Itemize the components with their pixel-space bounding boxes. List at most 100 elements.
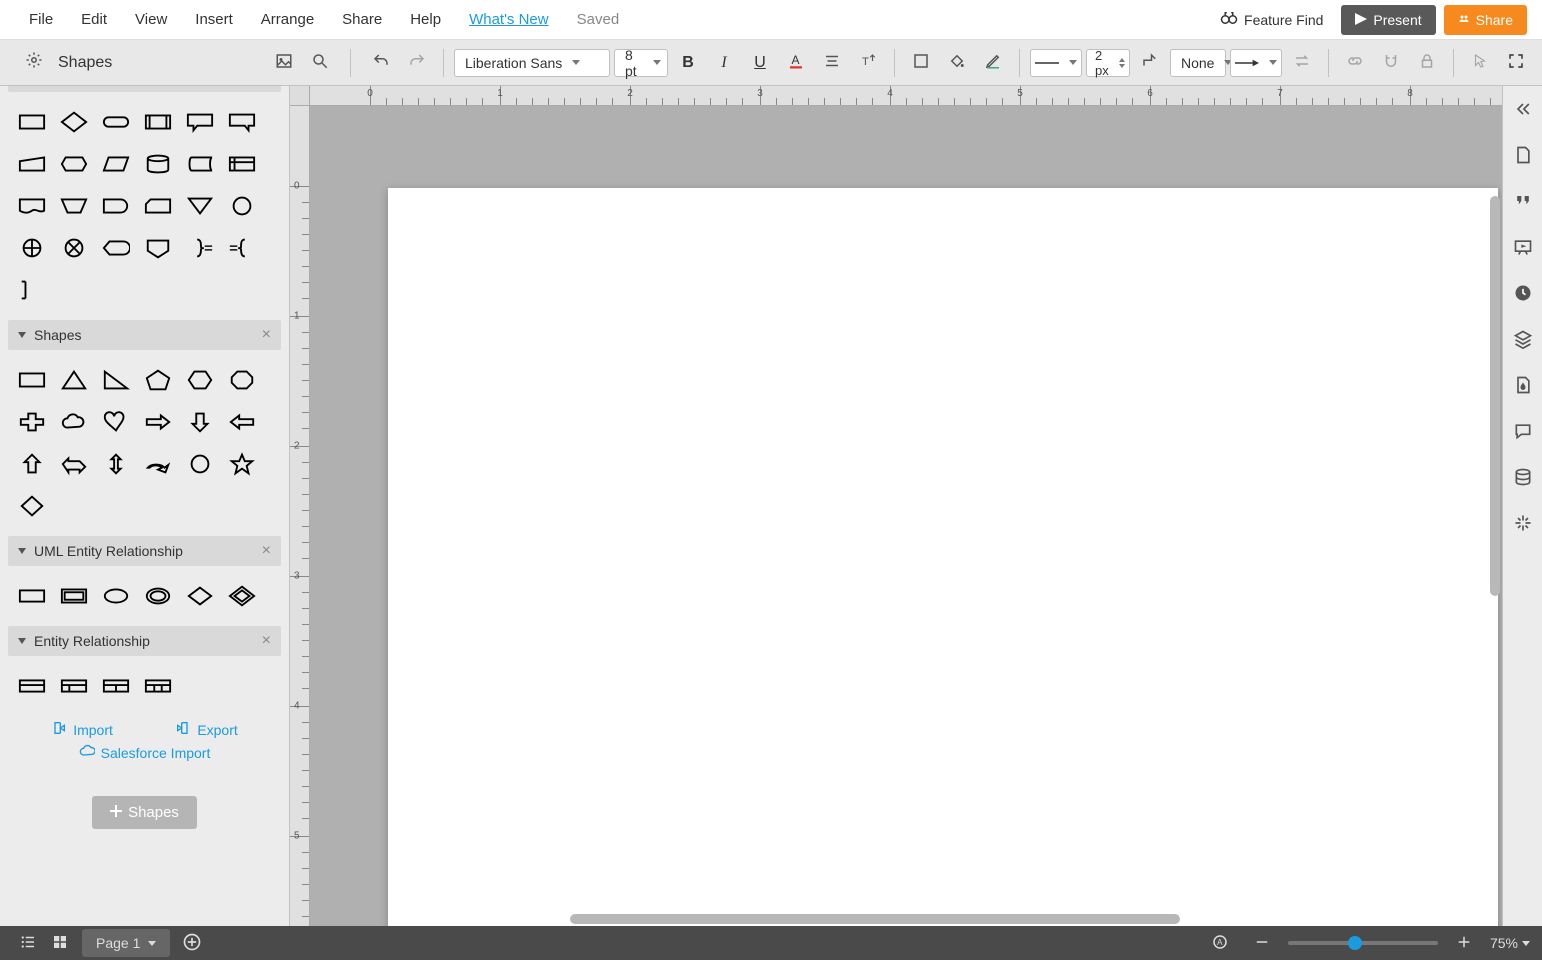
grid-view-button[interactable]: [44, 929, 76, 957]
shape-callout-right[interactable]: [222, 102, 262, 142]
shape-terminator[interactable]: [96, 102, 136, 142]
shape-manual-operation[interactable]: [54, 186, 94, 226]
shape-brace-right[interactable]: [180, 228, 220, 268]
shape-entity[interactable]: [12, 576, 52, 616]
shape-circle[interactable]: [180, 444, 220, 484]
canvas-viewport[interactable]: [310, 106, 1502, 926]
canvas-scrollbar-horizontal[interactable]: [570, 914, 1180, 924]
undo-button[interactable]: [365, 47, 397, 79]
dock-comment-button[interactable]: [1509, 188, 1537, 216]
feature-find-button[interactable]: Feature Find: [1210, 3, 1333, 36]
shape-er-table-2[interactable]: [54, 666, 94, 706]
present-button[interactable]: Present: [1341, 5, 1435, 35]
shape-er-table-3[interactable]: [96, 666, 136, 706]
zoom-slider[interactable]: [1288, 941, 1438, 945]
shape-weak-entity[interactable]: [54, 576, 94, 616]
link-button[interactable]: [1339, 47, 1371, 79]
arrow-end-select[interactable]: [1230, 49, 1282, 77]
dock-page-button[interactable]: [1509, 142, 1537, 170]
shape-brace-left[interactable]: [222, 228, 262, 268]
shape-offpage[interactable]: [138, 228, 178, 268]
shape-right-triangle[interactable]: [96, 360, 136, 400]
menu-whats-new[interactable]: What's New: [455, 1, 563, 38]
underline-button[interactable]: U: [744, 47, 776, 79]
line-color-button[interactable]: [977, 47, 1009, 79]
dock-actions-button[interactable]: [1509, 510, 1537, 538]
italic-button[interactable]: I: [708, 47, 740, 79]
close-category-button[interactable]: ×: [262, 542, 271, 560]
fill-color-button[interactable]: [941, 47, 973, 79]
category-header-flowchart[interactable]: Flowchart ×: [8, 86, 281, 92]
redo-button[interactable]: [401, 47, 433, 79]
shape-arrow-left[interactable]: [222, 402, 262, 442]
menu-arrange[interactable]: Arrange: [247, 1, 328, 38]
menu-insert[interactable]: Insert: [181, 1, 247, 38]
shape-heart[interactable]: [96, 402, 136, 442]
dock-master-button[interactable]: [1509, 372, 1537, 400]
zoom-out-button[interactable]: [1246, 929, 1278, 957]
shape-stored-data[interactable]: [180, 144, 220, 184]
dock-collapse-button[interactable]: [1509, 96, 1537, 124]
shape-hexagon-flat[interactable]: [54, 144, 94, 184]
line-width-input[interactable]: 2 px: [1086, 49, 1130, 77]
insert-image-button[interactable]: [268, 47, 300, 79]
shape-er-table-4[interactable]: [138, 666, 178, 706]
shape-cross[interactable]: [12, 402, 52, 442]
shape-relationship[interactable]: [180, 576, 220, 616]
shape-rectangle[interactable]: [12, 102, 52, 142]
swap-endpoints-button[interactable]: [1286, 47, 1318, 79]
dock-presentation-button[interactable]: [1509, 234, 1537, 262]
cursor-button[interactable]: [1464, 47, 1496, 79]
zoom-level-select[interactable]: 75%: [1490, 935, 1530, 951]
fullscreen-button[interactable]: [1500, 47, 1532, 79]
shape-or[interactable]: [12, 228, 52, 268]
shape-cloud[interactable]: [54, 402, 94, 442]
shape-diamond[interactable]: [54, 102, 94, 142]
outline-view-button[interactable]: [12, 929, 44, 957]
shape-note[interactable]: [12, 270, 52, 310]
shape-callout[interactable]: [180, 102, 220, 142]
close-category-button[interactable]: ×: [262, 632, 271, 650]
page-tab[interactable]: Page 1: [82, 929, 170, 957]
share-button[interactable]: Share: [1444, 5, 1527, 35]
dock-layers-button[interactable]: [1509, 326, 1537, 354]
shape-predefined-process[interactable]: [138, 102, 178, 142]
category-header-uml-er[interactable]: UML Entity Relationship ×: [8, 536, 281, 566]
text-align-button[interactable]: [816, 47, 848, 79]
add-page-button[interactable]: [182, 932, 202, 955]
salesforce-import-link[interactable]: Salesforce Import: [79, 743, 211, 762]
menu-share[interactable]: Share: [328, 1, 396, 38]
menu-view[interactable]: View: [121, 1, 181, 38]
shapes-settings-button[interactable]: [18, 47, 50, 79]
shape-database[interactable]: [138, 144, 178, 184]
shape-arrow-down[interactable]: [180, 402, 220, 442]
text-color-button[interactable]: A: [780, 47, 812, 79]
shape-arrow-leftright[interactable]: [54, 444, 94, 484]
lock-button[interactable]: [1411, 47, 1443, 79]
line-routing-button[interactable]: [1134, 47, 1166, 79]
canvas-scrollbar-vertical[interactable]: [1490, 196, 1500, 596]
export-link[interactable]: Export: [175, 720, 237, 739]
shape-hexagon[interactable]: [180, 360, 220, 400]
shape-internal-storage[interactable]: [222, 144, 262, 184]
shape-weak-relationship[interactable]: [222, 576, 262, 616]
zoom-in-button[interactable]: [1448, 929, 1480, 957]
shape-pentagon[interactable]: [138, 360, 178, 400]
add-shapes-button[interactable]: Shapes: [92, 796, 197, 829]
shape-triangle[interactable]: [54, 360, 94, 400]
shape-attribute[interactable]: [96, 576, 136, 616]
magnet-button[interactable]: [1375, 47, 1407, 79]
category-header-shapes[interactable]: Shapes ×: [8, 320, 281, 350]
shape-card[interactable]: [138, 186, 178, 226]
shape-star[interactable]: [222, 444, 262, 484]
shape-arrow-updown[interactable]: [96, 444, 136, 484]
shape-rect[interactable]: [12, 360, 52, 400]
font-size-select[interactable]: 8 pt: [614, 49, 668, 77]
shape-diamond2[interactable]: [12, 486, 52, 526]
shape-document[interactable]: [12, 186, 52, 226]
text-options-button[interactable]: T: [852, 47, 884, 79]
bold-button[interactable]: B: [672, 47, 704, 79]
dock-data-button[interactable]: [1509, 464, 1537, 492]
shape-multivalued-attribute[interactable]: [138, 576, 178, 616]
shape-extract[interactable]: [180, 186, 220, 226]
